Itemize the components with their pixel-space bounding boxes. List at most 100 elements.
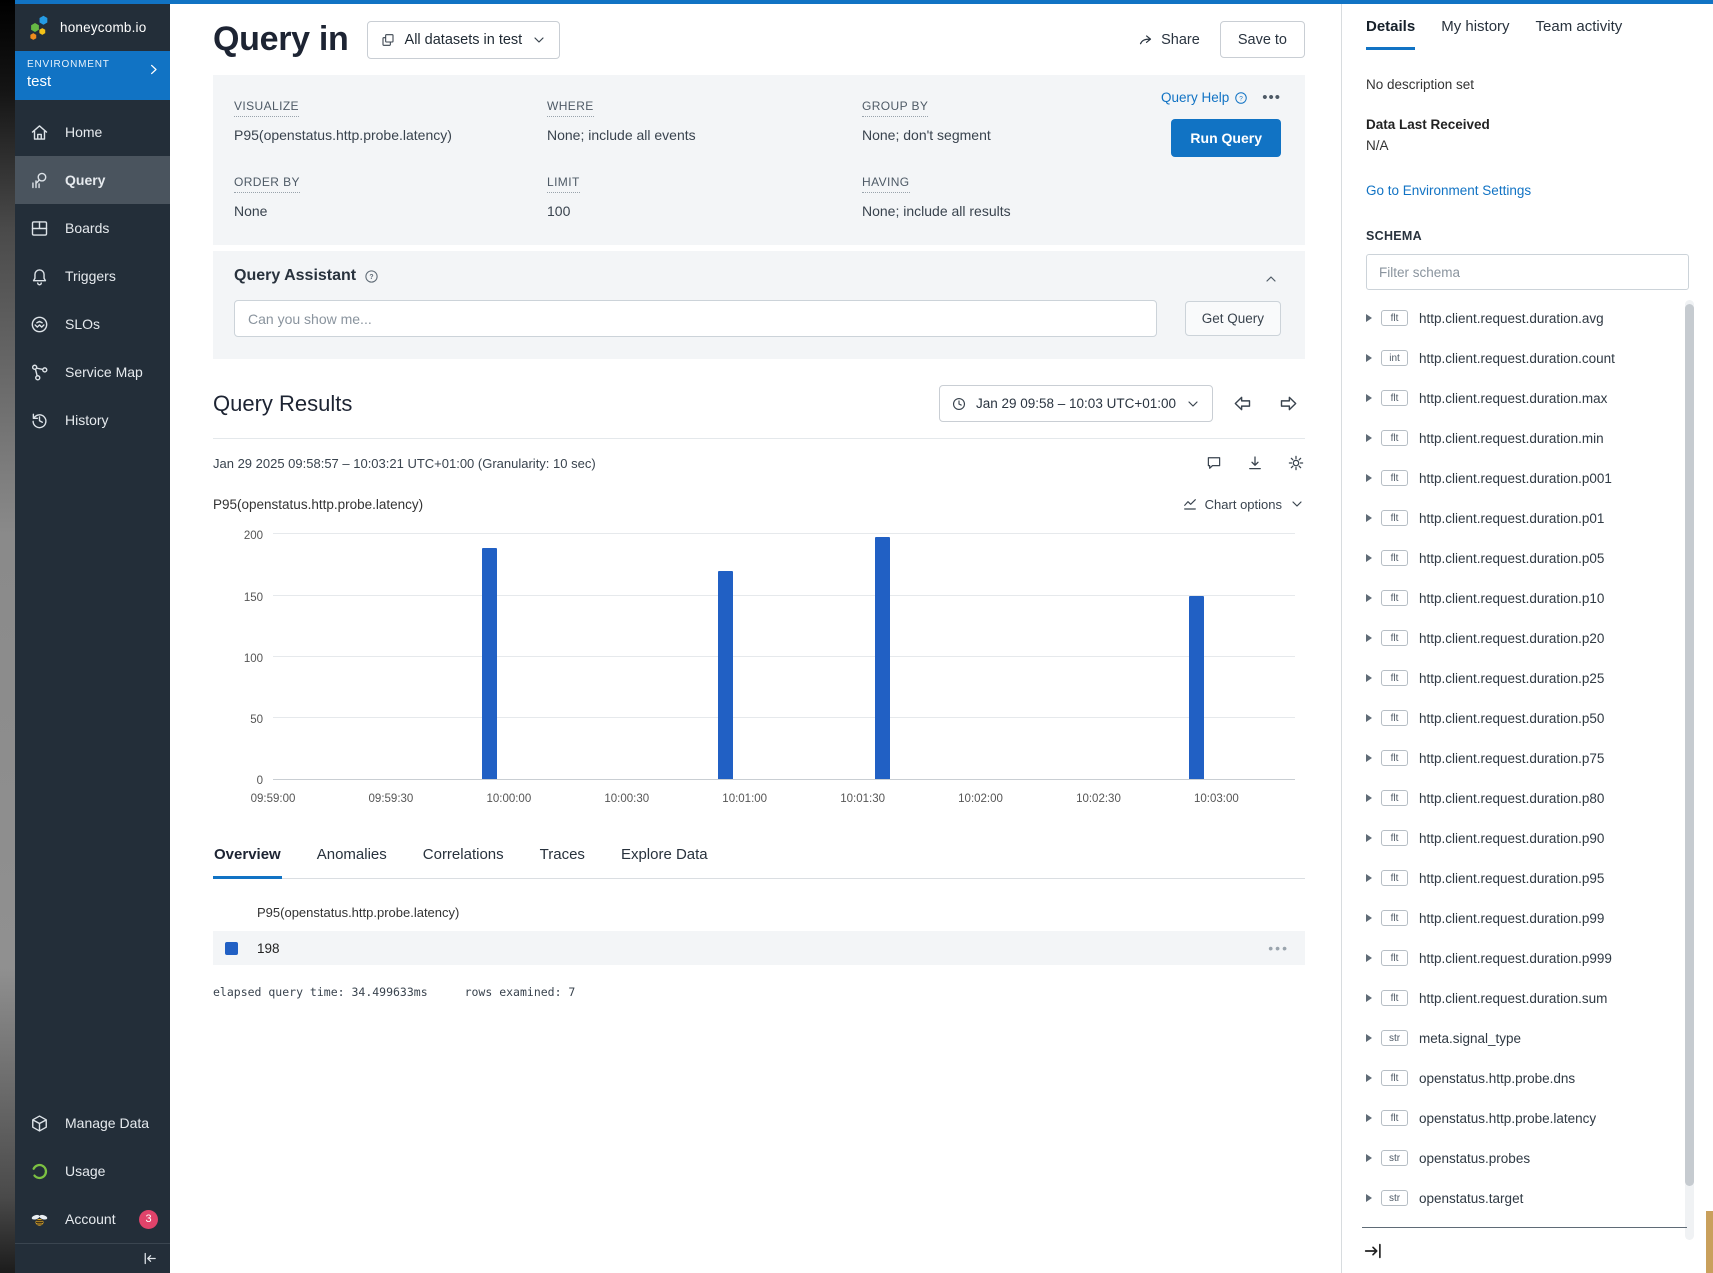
schema-field-row[interactable]: strmeta.signal_type <box>1366 1018 1689 1058</box>
builder-clause-order-by[interactable]: ORDER BYNone <box>234 173 547 219</box>
arrow-right-icon <box>1278 393 1299 414</box>
schema-field-row[interactable]: stropenstatus.probes <box>1366 1138 1689 1178</box>
tab-explore-data[interactable]: Explore Data <box>620 846 709 879</box>
summary-column-header: P95(openstatus.http.probe.latency) <box>213 905 1305 920</box>
schema-field-row[interactable]: flthttp.client.request.duration.avg <box>1366 298 1689 338</box>
schema-field-row[interactable]: flthttp.client.request.duration.p20 <box>1366 618 1689 658</box>
data-last-received-value: N/A <box>1366 138 1689 153</box>
sidebar-item-triggers[interactable]: Triggers <box>15 252 170 300</box>
summary-table-row[interactable]: 198 ••• <box>213 931 1305 965</box>
chart-gridline <box>273 533 1295 534</box>
field-name: http.client.request.duration.p90 <box>1419 831 1604 846</box>
sidebar-item-slos[interactable]: SLOs <box>15 300 170 348</box>
comment-button[interactable] <box>1205 454 1223 472</box>
main-content: Query in All datasets in test Share Save… <box>170 4 1341 1273</box>
share-button[interactable]: Share <box>1137 31 1200 48</box>
sidebar-item-label: Usage <box>65 1163 105 1179</box>
y-axis-tick-label: 50 <box>213 714 263 726</box>
schema-field-row[interactable]: flthttp.client.request.duration.p90 <box>1366 818 1689 858</box>
chart-bar[interactable] <box>718 571 733 779</box>
line-chart-icon <box>1182 496 1198 512</box>
field-type-badge: flt <box>1381 910 1408 926</box>
tab-my-history[interactable]: My history <box>1441 18 1509 50</box>
schema-field-row[interactable]: flthttp.client.request.duration.max <box>1366 378 1689 418</box>
schema-field-row[interactable]: flthttp.client.request.duration.p05 <box>1366 538 1689 578</box>
time-back-button[interactable] <box>1225 387 1259 421</box>
get-query-button[interactable]: Get Query <box>1185 301 1281 336</box>
field-name: http.client.request.duration.p75 <box>1419 751 1604 766</box>
y-axis-tick-label: 0 <box>213 775 263 787</box>
schema-field-row[interactable]: flthttp.client.request.duration.p95 <box>1366 858 1689 898</box>
share-label: Share <box>1161 32 1200 48</box>
schema-field-row[interactable]: flthttp.client.request.duration.min <box>1366 418 1689 458</box>
save-to-button[interactable]: Save to <box>1220 21 1305 58</box>
tab-anomalies[interactable]: Anomalies <box>316 846 388 879</box>
download-button[interactable] <box>1246 454 1264 472</box>
environment-settings-link[interactable]: Go to Environment Settings <box>1366 183 1689 198</box>
schema-field-row[interactable]: flthttp.client.request.duration.p75 <box>1366 738 1689 778</box>
more-options-icon[interactable]: ••• <box>1262 89 1281 106</box>
chart-bar[interactable] <box>1189 596 1204 779</box>
collapse-sidebar-button[interactable] <box>141 1250 158 1267</box>
time-forward-button[interactable] <box>1271 387 1305 421</box>
row-menu-icon[interactable]: ••• <box>1268 940 1289 956</box>
chart-options-button[interactable]: Chart options <box>1182 496 1305 512</box>
schema-field-row[interactable]: flthttp.client.request.duration.p10 <box>1366 578 1689 618</box>
collapse-assistant-button[interactable] <box>1263 271 1279 287</box>
schema-field-row[interactable]: stropenstatus.target <box>1366 1178 1689 1218</box>
schema-field-row[interactable]: flthttp.client.request.duration.p25 <box>1366 658 1689 698</box>
sidebar-item-query[interactable]: Query <box>15 156 170 204</box>
schema-field-row[interactable]: flthttp.client.request.duration.p99 <box>1366 898 1689 938</box>
settings-button[interactable] <box>1287 454 1305 472</box>
field-type-badge: flt <box>1381 430 1408 446</box>
schema-field-row[interactable]: flthttp.client.request.duration.sum <box>1366 978 1689 1018</box>
collapse-panel-button[interactable] <box>1362 1240 1384 1262</box>
chart-bar[interactable] <box>482 548 497 779</box>
schema-field-row[interactable]: flthttp.client.request.duration.p001 <box>1366 458 1689 498</box>
dataset-selector[interactable]: All datasets in test <box>367 21 561 59</box>
scrollbar-thumb[interactable] <box>1685 304 1694 1186</box>
tab-details[interactable]: Details <box>1366 18 1415 50</box>
tab-team-activity[interactable]: Team activity <box>1536 18 1623 50</box>
chart-bar[interactable] <box>875 537 890 779</box>
schema-field-row[interactable]: flthttp.client.request.duration.p50 <box>1366 698 1689 738</box>
builder-clause-where[interactable]: WHERENone; include all events <box>547 97 862 143</box>
time-range-label: Jan 29 09:58 – 10:03 UTC+01:00 <box>976 396 1176 411</box>
sidebar-item-home[interactable]: Home <box>15 108 170 156</box>
sidebar-item-history[interactable]: History <box>15 396 170 444</box>
builder-clause-having[interactable]: HAVINGNone; include all results <box>862 173 1094 219</box>
time-range-picker[interactable]: Jan 29 09:58 – 10:03 UTC+01:00 <box>939 385 1213 422</box>
assistant-prompt-input[interactable] <box>234 300 1157 337</box>
sidebar-item-usage[interactable]: Usage <box>15 1147 170 1195</box>
sidebar-item-manage-data[interactable]: Manage Data <box>15 1099 170 1147</box>
field-type-badge: str <box>1381 1030 1408 1046</box>
schema-field-row[interactable]: flthttp.client.request.duration.p999 <box>1366 938 1689 978</box>
schema-field-row[interactable]: inthttp.client.request.duration.count <box>1366 338 1689 378</box>
schema-field-row[interactable]: fltopenstatus.http.probe.dns <box>1366 1058 1689 1098</box>
tab-correlations[interactable]: Correlations <box>422 846 505 879</box>
expand-triangle-icon <box>1366 554 1372 562</box>
notification-badge: 3 <box>139 1210 158 1229</box>
tab-overview[interactable]: Overview <box>213 846 282 879</box>
environment-switcher[interactable]: ENVIRONMENT test <box>15 51 170 100</box>
tab-traces[interactable]: Traces <box>539 846 586 879</box>
schema-field-row[interactable]: fltopenstatus.http.probe.latency <box>1366 1098 1689 1138</box>
schema-field-row[interactable]: flthttp.client.request.duration.p01 <box>1366 498 1689 538</box>
builder-clause-group-by[interactable]: GROUP BYNone; don't segment <box>862 97 1094 143</box>
sidebar-item-service-map[interactable]: Service Map <box>15 348 170 396</box>
x-axis-tick-label: 10:00:30 <box>604 793 649 805</box>
builder-clause-visualize[interactable]: VISUALIZEP95(openstatus.http.probe.laten… <box>234 97 547 143</box>
schema-field-row[interactable]: flthttp.client.request.duration.p80 <box>1366 778 1689 818</box>
clause-value: 100 <box>547 203 862 219</box>
sidebar-item-boards[interactable]: Boards <box>15 204 170 252</box>
query-help-link[interactable]: Query Help ? <box>1161 90 1248 105</box>
builder-clause-limit[interactable]: LIMIT100 <box>547 173 862 219</box>
field-type-badge: flt <box>1381 630 1408 646</box>
series-swatch <box>225 942 238 955</box>
sidebar-item-account[interactable]: Account3 <box>15 1195 170 1243</box>
run-query-button[interactable]: Run Query <box>1171 119 1281 157</box>
honeycomb-logo[interactable]: honeycomb.io <box>15 4 170 51</box>
schema-filter-input[interactable] <box>1366 254 1689 290</box>
x-axis-tick-label: 10:02:00 <box>958 793 1003 805</box>
page-title: Query in <box>213 20 349 59</box>
